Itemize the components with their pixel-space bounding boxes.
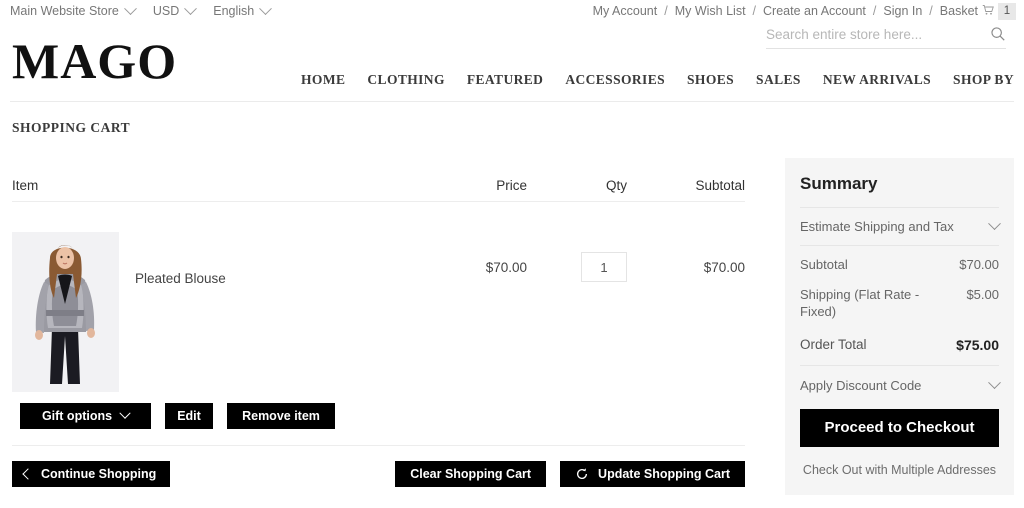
top-utility-bar: Main Website Store USD English My Accoun… [0, 0, 1024, 22]
link-my-account[interactable]: My Account [593, 4, 658, 18]
quantity-cell [527, 214, 627, 392]
store-switchers: Main Website Store USD English [0, 1, 273, 18]
link-my-wish-list[interactable]: My Wish List [675, 4, 746, 18]
clear-shopping-cart-button[interactable]: Clear Shopping Cart [395, 461, 547, 487]
language-switcher-label: English [213, 4, 255, 18]
summary-title: Summary [800, 174, 878, 193]
cart-table-header: Item Price Qty Subtotal [12, 168, 745, 202]
item-actions: Gift options Edit Remove item [20, 403, 335, 429]
site-header: MAGO HOME CLOTHING FEATURED ACCESSORIES … [0, 22, 1024, 100]
order-total-value: $75.00 [956, 336, 999, 353]
account-links: My Account / My Wish List / Create an Ac… [593, 2, 1024, 20]
basket-link[interactable]: Basket 1 [939, 2, 1016, 20]
estimate-shipping-label: Estimate Shipping and Tax [800, 219, 954, 234]
edit-item-button[interactable]: Edit [165, 403, 213, 429]
product-name[interactable]: Pleated Blouse [135, 271, 226, 392]
basket-count-badge: 1 [998, 2, 1016, 20]
continue-shopping-button[interactable]: Continue Shopping [12, 461, 171, 487]
search-icon[interactable] [990, 26, 1006, 42]
chevron-down-icon [988, 376, 1001, 389]
order-summary-panel: Summary Estimate Shipping and Tax Subtot… [785, 158, 1014, 495]
table-row: Pleated Blouse $70.00 $70.00 [12, 202, 745, 392]
quantity-input[interactable] [581, 252, 627, 282]
language-switcher[interactable]: English [213, 1, 273, 18]
product-price: $70.00 [485, 260, 527, 275]
order-total-label: Order Total [800, 337, 867, 353]
update-shopping-cart-label: Update Shopping Cart [598, 467, 730, 481]
proceed-to-checkout-button[interactable]: Proceed to Checkout [800, 408, 999, 447]
store-switcher-label: Main Website Store [10, 4, 119, 18]
summary-shipping-label: Shipping (Flat Rate - Fixed) [800, 287, 920, 319]
apply-discount-code-toggle[interactable]: Apply Discount Code [800, 364, 1001, 409]
remove-item-button[interactable]: Remove item [227, 403, 335, 429]
refresh-icon [575, 467, 589, 481]
product-subtotal: $70.00 [703, 260, 745, 275]
nav-item-featured[interactable]: FEATURED [467, 72, 543, 88]
nav-item-clothing[interactable]: CLOTHING [367, 72, 444, 88]
header-divider [10, 101, 1014, 102]
link-separator: / [752, 4, 757, 18]
cart-bottom-actions: Continue Shopping Clear Shopping Cart Up… [12, 461, 745, 487]
cart-icon [982, 4, 994, 19]
summary-shipping-value: $5.00 [966, 287, 999, 303]
page-title: SHOPPING CART [12, 120, 131, 135]
store-switcher[interactable]: Main Website Store [10, 1, 137, 18]
summary-subtotal-value: $70.00 [959, 257, 999, 272]
link-create-an-account[interactable]: Create an Account [763, 4, 866, 18]
link-separator: / [929, 4, 933, 18]
nav-item-sales[interactable]: SALES [756, 72, 801, 88]
product-thumbnail[interactable] [12, 232, 119, 392]
summary-subtotal-label: Subtotal [800, 257, 848, 272]
shopping-cart-page: Main Website Store USD English My Accoun… [0, 0, 1024, 508]
apply-discount-code-label: Apply Discount Code [800, 377, 922, 393]
checkout-multiple-addresses-link[interactable]: Check Out with Multiple Addresses [800, 463, 999, 477]
chevron-down-icon [119, 407, 131, 419]
cart-table: Item Price Qty Subtotal Pleated Blouse $… [12, 168, 745, 392]
chevron-down-icon [184, 1, 198, 15]
cart-divider [12, 445, 745, 446]
gift-options-button[interactable]: Gift options [20, 403, 151, 429]
column-header-item: Item [12, 178, 39, 193]
summary-row-shipping: Shipping (Flat Rate - Fixed) $5.00 [800, 280, 999, 327]
continue-shopping-label: Continue Shopping [41, 467, 157, 481]
chevron-down-icon [988, 217, 1001, 231]
link-sign-in[interactable]: Sign In [883, 4, 922, 18]
column-header-qty: Qty [605, 178, 627, 193]
chevron-down-icon [123, 1, 137, 15]
product-cell: Pleated Blouse [12, 214, 417, 392]
gift-options-label: Gift options [41, 409, 113, 423]
column-header-subtotal: Subtotal [695, 178, 745, 193]
site-logo[interactable]: MAGO [12, 36, 177, 86]
search-input[interactable] [766, 26, 990, 42]
nav-item-home[interactable]: HOME [301, 72, 345, 88]
nav-item-shoes[interactable]: SHOES [687, 72, 734, 88]
update-shopping-cart-button[interactable]: Update Shopping Cart [560, 461, 745, 487]
chevron-down-icon [259, 1, 273, 15]
summary-row-order-total: Order Total $75.00 [800, 327, 999, 365]
nav-item-shop-by[interactable]: SHOP BY [953, 72, 1014, 88]
search-box [766, 26, 1006, 49]
nav-item-new-arrivals[interactable]: NEW ARRIVALS [823, 72, 931, 88]
summary-row-subtotal: Subtotal $70.00 [800, 245, 999, 280]
nav-item-accessories[interactable]: ACCESSORIES [565, 72, 665, 88]
link-separator: / [872, 4, 877, 18]
basket-label: Basket [939, 4, 978, 18]
currency-switcher-label: USD [152, 4, 180, 18]
link-separator: / [664, 4, 668, 18]
chevron-left-icon [22, 468, 34, 480]
main-navigation: HOME CLOTHING FEATURED ACCESSORIES SHOES… [301, 72, 1014, 88]
currency-switcher[interactable]: USD [152, 1, 198, 18]
estimate-shipping-and-tax-toggle[interactable]: Estimate Shipping and Tax [800, 207, 1001, 245]
column-header-price: Price [496, 178, 527, 193]
